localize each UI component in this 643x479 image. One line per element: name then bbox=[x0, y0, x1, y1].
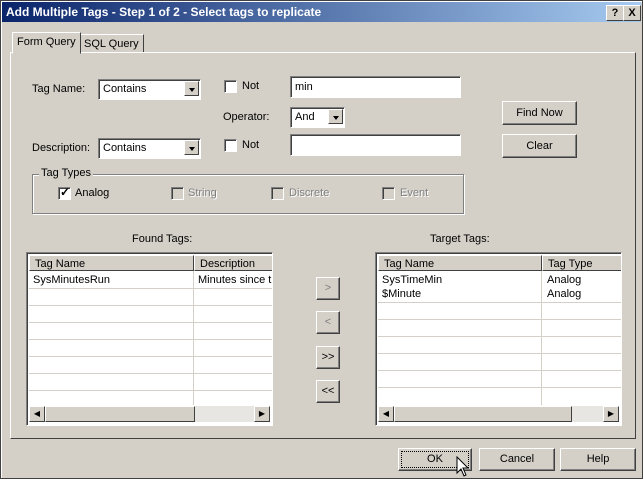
grid-line bbox=[378, 336, 621, 337]
target-tags-title: Target Tags: bbox=[430, 233, 490, 245]
tab-form-query[interactable]: Form Query bbox=[12, 32, 81, 54]
find-now-label: Find Now bbox=[516, 107, 563, 119]
tag-name-not-checkbox[interactable] bbox=[224, 80, 237, 93]
target-tags-list[interactable]: Tag Name Tag Type SysTimeMin Analog $Min… bbox=[375, 252, 622, 426]
dialog-window: Add Multiple Tags - Step 1 of 2 - Select… bbox=[0, 0, 643, 479]
remove-label: < bbox=[324, 316, 332, 328]
cancel-label: Cancel bbox=[499, 453, 535, 465]
analog-label: Analog bbox=[75, 187, 110, 199]
analog-checkbox[interactable]: ✓ bbox=[58, 185, 71, 200]
target-row-1-name[interactable]: $Minute bbox=[382, 287, 538, 301]
operator-label: Operator: bbox=[223, 111, 270, 123]
remove-all-label: << bbox=[321, 385, 335, 397]
discrete-label: Discrete bbox=[289, 187, 330, 199]
window-title: Add Multiple Tags - Step 1 of 2 - Select… bbox=[6, 5, 322, 19]
scroll-left-icon[interactable]: ◀ bbox=[378, 406, 394, 422]
grid-line bbox=[378, 319, 621, 320]
scroll-right-icon[interactable]: ▶ bbox=[254, 406, 270, 422]
target-row-0-type[interactable]: Analog bbox=[547, 273, 617, 287]
help-icon[interactable]: ? bbox=[606, 5, 624, 21]
add-all-button[interactable]: >> bbox=[316, 346, 340, 369]
target-horizontal-scrollbar[interactable]: ◀ ▶ bbox=[378, 406, 619, 422]
target-row-0-name[interactable]: SysTimeMin bbox=[382, 273, 538, 287]
found-horizontal-scrollbar[interactable]: ◀ ▶ bbox=[29, 406, 270, 422]
description-match-value: Contains bbox=[103, 142, 147, 154]
help-label: Help bbox=[586, 453, 610, 465]
event-checkbox[interactable] bbox=[382, 187, 395, 200]
tag-name-input[interactable]: min bbox=[290, 76, 461, 98]
grid-line bbox=[29, 305, 272, 306]
grid-line bbox=[541, 271, 542, 405]
description-label: Description: bbox=[32, 142, 91, 154]
grid-line bbox=[29, 322, 272, 323]
grid-line bbox=[378, 353, 621, 354]
discrete-checkbox[interactable] bbox=[271, 187, 284, 200]
tag-name-not-label: Not bbox=[242, 80, 260, 92]
description-not-label: Not bbox=[242, 139, 260, 151]
help-button[interactable]: Help bbox=[560, 448, 636, 471]
string-label: String bbox=[188, 187, 217, 199]
chevron-down-icon[interactable] bbox=[184, 81, 199, 96]
event-label: Event bbox=[400, 187, 429, 199]
scroll-thumb[interactable] bbox=[45, 406, 195, 422]
add-button[interactable]: > bbox=[316, 277, 340, 300]
scroll-thumb[interactable] bbox=[394, 406, 572, 422]
scroll-left-icon[interactable]: ◀ bbox=[29, 406, 45, 422]
scroll-right-icon[interactable]: ▶ bbox=[603, 406, 619, 422]
found-col-tag-name[interactable]: Tag Name bbox=[29, 255, 194, 271]
found-col-description[interactable]: Description bbox=[194, 255, 272, 271]
grid-line bbox=[378, 370, 621, 371]
mouse-cursor-icon bbox=[456, 456, 470, 477]
found-row-0-desc[interactable]: Minutes since the bbox=[198, 273, 272, 287]
clear-button[interactable]: Clear bbox=[502, 134, 577, 158]
tag-name-input-value: min bbox=[295, 81, 313, 93]
target-col-tag-type[interactable]: Tag Type bbox=[542, 255, 621, 271]
chevron-down-icon[interactable] bbox=[184, 140, 199, 155]
tab-sql-query[interactable]: SQL Query bbox=[79, 34, 144, 54]
grid-line bbox=[29, 356, 272, 357]
title-bar[interactable]: Add Multiple Tags - Step 1 of 2 - Select… bbox=[2, 2, 641, 22]
tag-name-label: Tag Name: bbox=[32, 83, 86, 95]
operator-value: And bbox=[295, 111, 315, 123]
chevron-down-icon[interactable] bbox=[328, 109, 343, 124]
add-all-label: >> bbox=[321, 351, 335, 363]
found-tags-title: Found Tags: bbox=[132, 233, 193, 245]
remove-button[interactable]: < bbox=[316, 311, 340, 334]
find-now-button[interactable]: Find Now bbox=[502, 101, 577, 125]
cancel-button[interactable]: Cancel bbox=[479, 448, 555, 471]
checkmark-icon: ✓ bbox=[60, 185, 71, 199]
operator-select[interactable]: And bbox=[290, 107, 345, 128]
tag-name-match-value: Contains bbox=[103, 83, 147, 95]
form-query-panel: Tag Name: Contains Not min Operator: And… bbox=[10, 52, 636, 439]
tag-name-match-select[interactable]: Contains bbox=[98, 79, 201, 100]
description-input[interactable] bbox=[290, 134, 461, 156]
tag-types-legend: Tag Types bbox=[39, 167, 93, 179]
grid-line bbox=[378, 302, 621, 303]
target-col-tag-name[interactable]: Tag Name bbox=[378, 255, 542, 271]
description-not-checkbox[interactable] bbox=[224, 139, 237, 152]
found-row-0-name[interactable]: SysMinutesRun bbox=[33, 273, 191, 287]
grid-line bbox=[378, 387, 621, 388]
description-match-select[interactable]: Contains bbox=[98, 138, 201, 159]
grid-line bbox=[29, 390, 272, 391]
found-tags-list[interactable]: Tag Name Description SysMinutesRun Minut… bbox=[26, 252, 273, 426]
clear-label: Clear bbox=[526, 140, 553, 152]
grid-line bbox=[29, 339, 272, 340]
remove-all-button[interactable]: << bbox=[316, 380, 340, 403]
grid-line bbox=[29, 288, 272, 289]
grid-line bbox=[29, 373, 272, 374]
string-checkbox[interactable] bbox=[171, 187, 184, 200]
grid-line bbox=[193, 271, 194, 405]
add-label: > bbox=[324, 282, 332, 294]
close-icon[interactable]: X bbox=[623, 5, 641, 21]
target-row-1-type[interactable]: Analog bbox=[547, 287, 617, 301]
